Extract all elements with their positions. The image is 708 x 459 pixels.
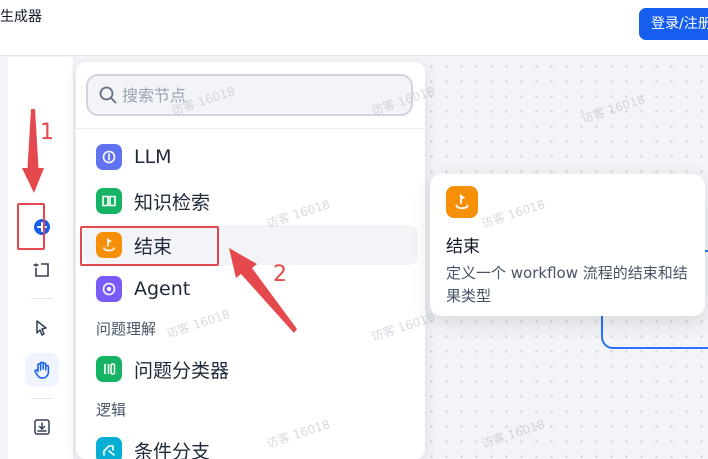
annotation-box-end-node bbox=[80, 226, 219, 266]
knowledge-retrieval-icon bbox=[96, 188, 122, 214]
panel-divider bbox=[76, 128, 425, 129]
node-item-llm[interactable]: LLM bbox=[84, 137, 418, 177]
agent-icon bbox=[96, 276, 122, 302]
note-add-icon bbox=[33, 263, 49, 277]
search-input[interactable] bbox=[122, 83, 402, 107]
node-item-question-classifier[interactable]: 问题分类器 bbox=[84, 349, 418, 389]
node-label: 知识检索 bbox=[134, 191, 211, 214]
end-icon bbox=[446, 186, 478, 218]
group-label-question-understanding: 问题理解 bbox=[96, 320, 157, 338]
image-download-icon bbox=[34, 419, 50, 435]
add-note-button[interactable] bbox=[25, 253, 59, 287]
annotation-box-add-node bbox=[17, 203, 45, 250]
node-label: LLM bbox=[134, 146, 172, 168]
hand-mode-button[interactable] bbox=[25, 353, 59, 387]
toolbar-divider bbox=[31, 298, 53, 299]
node-label: 问题分类器 bbox=[134, 359, 230, 382]
search-box[interactable] bbox=[86, 74, 413, 116]
node-label: 条件分支 bbox=[134, 440, 211, 459]
left-toolbar bbox=[8, 57, 74, 459]
hand-icon bbox=[34, 361, 50, 379]
node-tooltip-card: 结束 定义一个 workflow 流程的结束和结果类型 bbox=[430, 174, 705, 316]
node-label: Agent bbox=[134, 278, 191, 300]
if-else-icon bbox=[96, 437, 122, 459]
tooltip-title: 结束 bbox=[446, 237, 480, 257]
llm-icon bbox=[96, 144, 122, 170]
login-register-button[interactable]: 登录/注册 bbox=[639, 8, 708, 40]
node-item-knowledge-retrieval[interactable]: 知识检索 bbox=[84, 181, 418, 221]
pointer-mode-button[interactable] bbox=[25, 311, 59, 345]
tooltip-description: 定义一个 workflow 流程的结束和结果类型 bbox=[446, 264, 688, 305]
annotation-step-2: 2 bbox=[273, 262, 287, 287]
node-item-if-else[interactable]: 条件分支 bbox=[84, 430, 418, 459]
top-header: 生成器 登录/注册 bbox=[0, 0, 708, 56]
search-icon bbox=[99, 86, 117, 104]
group-label-logic: 逻辑 bbox=[96, 401, 127, 419]
export-image-button[interactable] bbox=[25, 410, 59, 444]
question-classifier-icon bbox=[96, 356, 122, 382]
toolbar-divider bbox=[31, 398, 53, 399]
annotation-step-1: 1 bbox=[40, 120, 54, 145]
app-title: 生成器 bbox=[0, 9, 42, 25]
node-item-agent[interactable]: Agent bbox=[84, 269, 418, 309]
cursor-icon bbox=[36, 320, 47, 336]
